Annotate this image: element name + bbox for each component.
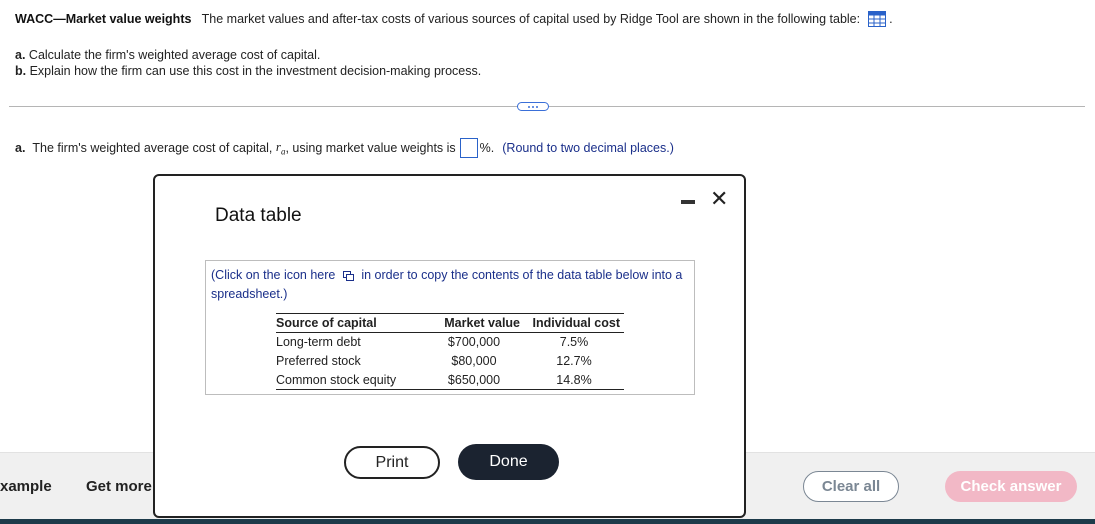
table-row: Preferred stock $80,000 12.7% — [276, 352, 624, 371]
copy-to-spreadsheet-icon[interactable] — [342, 269, 354, 286]
task-list: a. Calculate the firm's weighted average… — [15, 47, 481, 79]
table-cell: $700,000 — [447, 335, 501, 350]
close-icon[interactable]: ✕ — [710, 188, 728, 210]
print-button[interactable]: Print — [344, 446, 440, 479]
wacc-variable: ra — [276, 139, 286, 157]
data-table-box: (Click on the icon here in order to copy… — [205, 260, 695, 395]
dot-icon — [528, 105, 530, 108]
problem-title: WACC—Market value weights — [15, 12, 192, 26]
wacc-answer-input[interactable] — [459, 138, 478, 158]
task-b: b. Explain how the firm can use this cos… — [15, 63, 481, 79]
dot-icon — [532, 105, 534, 108]
table-cell: $650,000 — [424, 370, 524, 390]
expand-more-button[interactable] — [517, 102, 549, 111]
table-header-row: Source of capital Market value Individua… — [276, 313, 624, 333]
table-cell: Preferred stock — [276, 354, 361, 368]
answer-line: a. The firm's weighted average cost of c… — [15, 138, 674, 158]
task-a-text: Calculate the firm's weighted average co… — [28, 48, 321, 62]
table-cell: 7.5% — [559, 335, 589, 350]
table-cell: Long-term debt — [276, 335, 361, 350]
done-button[interactable]: Done — [458, 444, 559, 480]
task-a-letter: a. — [15, 48, 26, 62]
table-row: Long-term debt $700,000 7.5% — [276, 333, 624, 352]
problem-statement: WACC—Market value weights The market val… — [15, 11, 1085, 30]
get-more-help-link[interactable]: Get more — [86, 478, 152, 495]
data-table-modal: Data table ✕ (Click on the icon here in … — [153, 174, 746, 518]
minimize-icon[interactable] — [681, 200, 695, 204]
answer-mid: , using market value weights is — [285, 141, 456, 155]
capital-data-table: Source of capital Market value Individua… — [276, 313, 624, 390]
task-b-text: Explain how the firm can use this cost i… — [29, 64, 482, 78]
check-answer-button[interactable]: Check answer — [945, 471, 1077, 502]
table-cell: Common stock equity — [276, 370, 424, 390]
col-header-market-value: Market value — [424, 313, 524, 333]
copy-note-pre: (Click on the icon here — [211, 268, 336, 282]
table-cell: 12.7% — [556, 354, 592, 368]
col-header-individual-cost: Individual cost — [524, 313, 624, 333]
clear-all-button[interactable]: Clear all — [803, 471, 899, 502]
problem-intro: The market values and after-tax costs of… — [201, 12, 861, 26]
footer-bottom-strip — [0, 519, 1095, 524]
table-cell: $80,000 — [451, 354, 497, 368]
col-header-source: Source of capital — [276, 313, 424, 333]
copy-note: (Click on the icon here in order to copy… — [211, 267, 686, 303]
table-row: Common stock equity $650,000 14.8% — [276, 370, 624, 390]
task-a: a. Calculate the firm's weighted average… — [15, 47, 481, 63]
rounding-hint: (Round to two decimal places.) — [502, 141, 674, 155]
data-table-icon[interactable] — [867, 11, 886, 30]
answer-suffix: %. — [479, 141, 495, 155]
task-b-letter: b. — [15, 64, 27, 78]
example-link[interactable]: xample — [0, 478, 52, 495]
answer-prefix: The firm's weighted average cost of capi… — [32, 141, 273, 155]
table-cell: 14.8% — [524, 370, 624, 390]
dot-icon — [536, 105, 538, 108]
problem-period: . — [889, 12, 893, 26]
modal-title: Data table — [215, 205, 302, 226]
answer-letter: a. — [15, 141, 26, 155]
